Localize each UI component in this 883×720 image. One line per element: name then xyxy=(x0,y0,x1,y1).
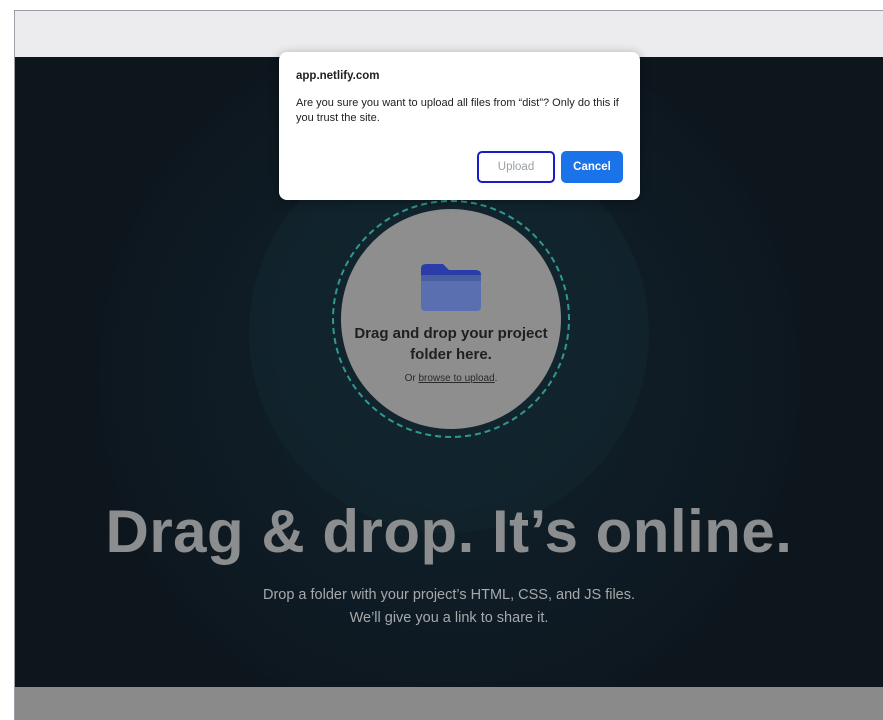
hero-subline-2: We’ll give you a link to share it. xyxy=(349,610,549,626)
upload-button[interactable]: Upload xyxy=(477,151,555,183)
dialog-message: Are you sure you want to upload all file… xyxy=(296,97,619,124)
confirm-upload-dialog: app.netlify.com Are you sure you want to… xyxy=(279,52,640,200)
dropzone-title: Drag and drop your project folder here. xyxy=(354,324,548,363)
dropzone-circle[interactable]: Drag and drop your project folder here. … xyxy=(341,209,561,429)
dialog-origin: app.netlify.com xyxy=(296,70,380,82)
folder-icon xyxy=(421,263,481,311)
browse-to-upload-link[interactable]: browse to upload xyxy=(418,373,494,384)
dialog-actions: Upload Cancel xyxy=(477,151,623,183)
bottom-section xyxy=(15,687,883,720)
browser-top-bar xyxy=(15,11,883,58)
dropzone-sub-prefix: Or xyxy=(404,372,419,384)
dropzone-sub-suffix: . xyxy=(494,372,498,384)
hero-headline: Drag & drop. It’s online. xyxy=(105,498,793,565)
dropzone[interactable]: Drag and drop your project folder here. … xyxy=(332,200,570,438)
cancel-button[interactable]: Cancel xyxy=(561,151,623,183)
dropzone-subtext: Or browse to upload. xyxy=(405,373,498,384)
hero-subline-1: Drop a folder with your project’s HTML, … xyxy=(262,587,636,603)
